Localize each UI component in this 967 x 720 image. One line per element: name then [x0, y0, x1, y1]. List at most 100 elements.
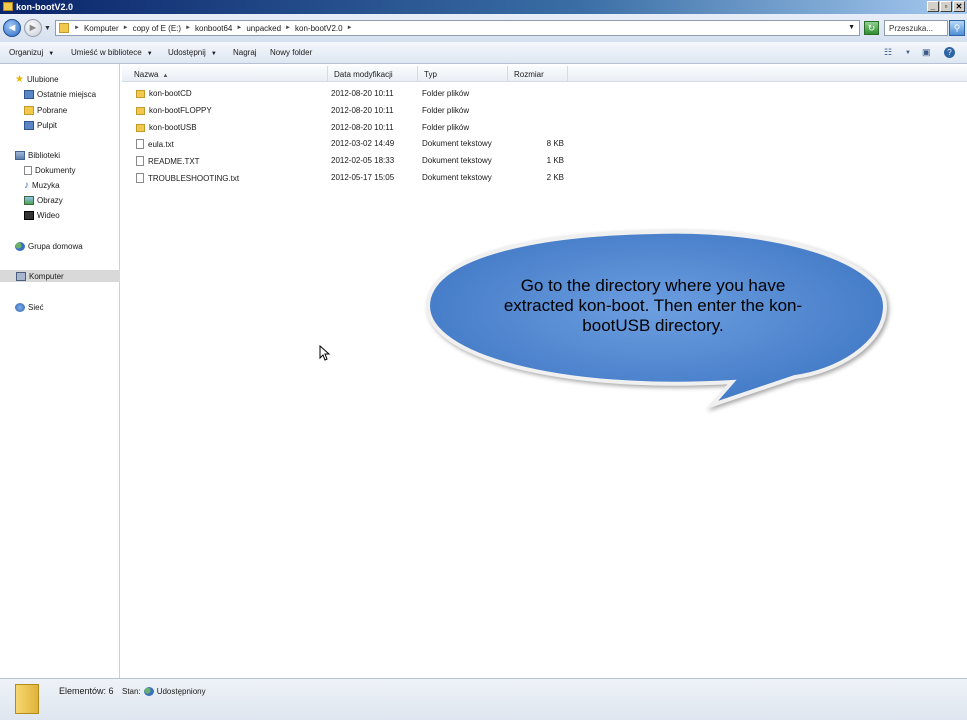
breadcrumb-item[interactable]: konboot64 [195, 24, 232, 33]
nav-videos[interactable]: Wideo [24, 209, 60, 221]
nav-label: Ostatnie miejsca [37, 89, 97, 99]
text-file-icon [136, 139, 144, 149]
file-list-pane: Nazwa ▲ Data modyfikacji Typ Rozmiar kon-… [122, 64, 967, 678]
burn-button[interactable]: Nagraj [233, 48, 257, 57]
title-bar: kon-bootV2.0 _ ▫ ✕ [0, 0, 967, 14]
column-date[interactable]: Data modyfikacji [328, 66, 418, 82]
folder-icon [3, 2, 13, 11]
chevron-right-icon[interactable]: ► [347, 24, 353, 33]
nav-desktop[interactable]: Pulpit [24, 119, 57, 131]
column-name[interactable]: Nazwa ▲ [128, 66, 328, 82]
nav-music[interactable]: ♪ Muzyka [24, 179, 60, 191]
state-value: Udostępniony [156, 687, 206, 696]
nav-label: Muzyka [32, 180, 60, 190]
nav-network[interactable]: Sieć [15, 301, 44, 313]
column-type[interactable]: Typ [418, 66, 508, 82]
search-icon[interactable]: ⚲ [949, 20, 965, 36]
organize-label: Organizuj [9, 48, 44, 57]
column-size[interactable]: Rozmiar [508, 66, 568, 82]
address-bar[interactable]: ► Komputer ► copy of E (E:) ► konboot64 … [55, 20, 860, 36]
breadcrumb-item[interactable]: Komputer [84, 24, 119, 33]
file-row[interactable]: TROUBLESHOOTING.txt 2012-05-17 15:05 Dok… [122, 171, 622, 185]
chevron-right-icon[interactable]: ► [74, 24, 80, 33]
folder-icon [59, 23, 69, 33]
view-options-icon[interactable]: ☷ [884, 47, 892, 58]
share-button[interactable]: Udostępnij ▼ [168, 48, 217, 57]
window-controls: _ ▫ ✕ [927, 1, 965, 12]
library-icon [15, 150, 25, 160]
breadcrumb-item[interactable]: kon-bootV2.0 [295, 24, 343, 33]
chevron-down-icon: ▼ [210, 51, 217, 57]
file-date: 2012-08-20 10:11 [331, 123, 394, 132]
new-folder-button[interactable]: Nowy folder [270, 48, 312, 57]
file-name: TROUBLESHOOTING.txt [148, 173, 240, 183]
nav-recent[interactable]: Ostatnie miejsca [24, 88, 96, 100]
minimize-button[interactable]: _ [927, 1, 939, 12]
chevron-right-icon[interactable]: ► [236, 24, 242, 33]
file-name-cell: TROUBLESHOOTING.txt [136, 173, 239, 183]
forward-button[interactable]: ► [24, 19, 42, 37]
restore-button[interactable]: ▫ [940, 1, 952, 12]
close-button[interactable]: ✕ [953, 1, 965, 12]
file-name-cell: kon-bootUSB [136, 123, 197, 132]
file-row[interactable]: kon-bootFLOPPY 2012-08-20 10:11 Folder p… [122, 104, 622, 118]
include-library-button[interactable]: Umieść w bibliotece ▼ [71, 48, 153, 57]
nav-documents[interactable]: Dokumenty [24, 164, 75, 176]
file-row[interactable]: README.TXT 2012-02-05 18:33 Dokument tek… [122, 154, 622, 168]
homegroup-icon [15, 241, 25, 251]
history-dropdown-icon[interactable]: ▼ [44, 25, 51, 32]
chevron-down-icon: ▼ [146, 51, 153, 57]
column-name-label: Nazwa [134, 70, 159, 79]
refresh-button[interactable]: ↻ [864, 21, 879, 35]
chevron-down-icon[interactable]: ▼ [905, 50, 911, 56]
chevron-right-icon[interactable]: ► [285, 24, 291, 33]
folder-icon [136, 89, 145, 98]
back-button[interactable]: ◄ [3, 19, 21, 37]
nav-downloads[interactable]: Pobrane [24, 104, 67, 116]
nav-homegroup[interactable]: Grupa domowa [15, 240, 83, 252]
callout-line: Go to the directory where you have [520, 276, 786, 295]
file-name: eula.txt [148, 139, 174, 149]
nav-label: Dokumenty [35, 165, 76, 175]
file-name: README.TXT [148, 156, 200, 166]
folder-icon [15, 684, 39, 714]
homegroup-icon [143, 687, 154, 696]
nav-label: Pulpit [37, 120, 58, 130]
item-count: Elementów: 6 [59, 686, 114, 696]
file-size: 2 KB [546, 173, 564, 182]
nav-libraries[interactable]: Biblioteki [15, 149, 60, 161]
folder-icon [136, 123, 145, 132]
file-row[interactable]: kon-bootUSB 2012-08-20 10:11 Folder plik… [122, 121, 622, 135]
search-input[interactable]: Przeszuka... [884, 20, 948, 36]
file-date: 2012-08-20 10:11 [331, 106, 394, 115]
nav-computer[interactable]: Komputer [0, 270, 120, 282]
file-name: kon-bootCD [149, 89, 192, 98]
pictures-icon [24, 195, 34, 205]
organize-button[interactable]: Organizuj ▼ [9, 48, 54, 57]
chevron-right-icon[interactable]: ► [185, 24, 191, 33]
nav-label: Grupa domowa [28, 241, 83, 251]
file-name-cell: kon-bootCD [136, 89, 192, 98]
document-icon [24, 165, 32, 175]
file-size: 8 KB [546, 139, 564, 148]
preview-pane-icon[interactable]: ▣ [922, 47, 931, 58]
chevron-right-icon[interactable]: ► [123, 24, 129, 33]
navigation-pane: ★ Ulubione Ostatnie miejsca Pobrane Pulpi… [0, 64, 120, 678]
nav-label: Pobrane [37, 105, 68, 115]
mouse-cursor-icon [319, 345, 331, 361]
nav-label: Obrazy [37, 195, 63, 205]
breadcrumb: ► Komputer ► copy of E (E:) ► konboot64 … [74, 24, 353, 33]
file-date: 2012-03-02 14:49 [331, 139, 395, 148]
help-icon[interactable]: ? [944, 47, 955, 58]
nav-favorites[interactable]: ★ Ulubione [15, 73, 59, 85]
chevron-down-icon[interactable]: ▼ [848, 24, 855, 31]
breadcrumb-item[interactable]: unpacked [246, 24, 281, 33]
file-type: Dokument tekstowy [422, 139, 492, 148]
file-row[interactable]: eula.txt 2012-03-02 14:49 Dokument tekst… [122, 137, 622, 151]
address-row: ◄ ► ▼ ► Komputer ► copy of E (E:) ► konb… [0, 14, 967, 42]
nav-pictures[interactable]: Obrazy [24, 194, 63, 206]
sort-ascending-icon: ▲ [162, 73, 169, 79]
file-row[interactable]: kon-bootCD 2012-08-20 10:11 Folder plikó… [122, 87, 622, 101]
breadcrumb-item[interactable]: copy of E (E:) [133, 24, 181, 33]
desktop-icon [24, 120, 34, 130]
